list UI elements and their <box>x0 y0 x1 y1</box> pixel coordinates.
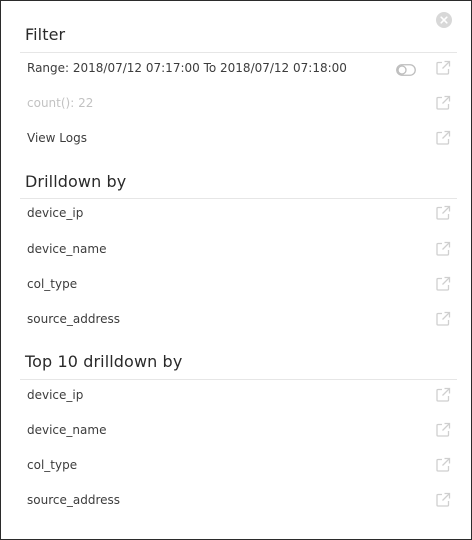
top10-item-label[interactable]: device_name <box>27 423 106 437</box>
top10-item-label[interactable]: col_type <box>27 458 77 472</box>
drilldown-panel: Filter Range: 2018/07/12 07:17:00 To 201… <box>0 0 472 540</box>
external-link-icon[interactable] <box>435 422 451 438</box>
external-link-icon[interactable] <box>435 492 451 508</box>
drilldown-item-col-type[interactable]: col_type <box>20 270 457 300</box>
top10-item-label[interactable]: device_ip <box>27 388 83 402</box>
top10-item-source-address[interactable]: source_address <box>20 486 457 516</box>
top10-item-device-name[interactable]: device_name <box>20 416 457 446</box>
filter-view-logs-row[interactable]: View Logs <box>20 124 457 154</box>
external-link-icon[interactable] <box>435 276 451 292</box>
drilldown-item-label[interactable]: device_name <box>27 242 106 256</box>
external-link-icon[interactable] <box>435 60 451 76</box>
filter-count-row: count(): 22 <box>20 89 457 119</box>
drilldown-item-label[interactable]: source_address <box>27 312 120 326</box>
drilldown-item-source-address[interactable]: source_address <box>20 305 457 335</box>
external-link-icon[interactable] <box>435 130 451 146</box>
drilldown-item-device-ip[interactable]: device_ip <box>20 199 457 229</box>
filter-count-label: count(): 22 <box>27 96 94 110</box>
drilldown-item-label[interactable]: col_type <box>27 277 77 291</box>
external-link-icon[interactable] <box>435 387 451 403</box>
drilldown-section-title: Drilldown by <box>25 172 127 191</box>
drilldown-item-label[interactable]: device_ip <box>27 206 83 220</box>
section-divider <box>20 52 457 53</box>
close-icon[interactable] <box>436 12 452 28</box>
filter-range-row[interactable]: Range: 2018/07/12 07:17:00 To 2018/07/12… <box>20 54 457 84</box>
filter-section-title: Filter <box>25 25 66 44</box>
external-link-icon[interactable] <box>435 457 451 473</box>
drilldown-item-device-name[interactable]: device_name <box>20 235 457 265</box>
filter-range-label[interactable]: Range: 2018/07/12 07:17:00 To 2018/07/12… <box>27 61 347 75</box>
top10-section-title: Top 10 drilldown by <box>25 352 183 371</box>
section-divider <box>20 379 457 380</box>
view-logs-link[interactable]: View Logs <box>27 131 87 145</box>
top10-item-col-type[interactable]: col_type <box>20 451 457 481</box>
external-link-icon[interactable] <box>435 205 451 221</box>
top10-item-label[interactable]: source_address <box>27 493 120 507</box>
external-link-icon[interactable] <box>435 95 451 111</box>
toggle-icon[interactable] <box>396 64 416 76</box>
external-link-icon[interactable] <box>435 311 451 327</box>
top10-item-device-ip[interactable]: device_ip <box>20 381 457 411</box>
external-link-icon[interactable] <box>435 241 451 257</box>
